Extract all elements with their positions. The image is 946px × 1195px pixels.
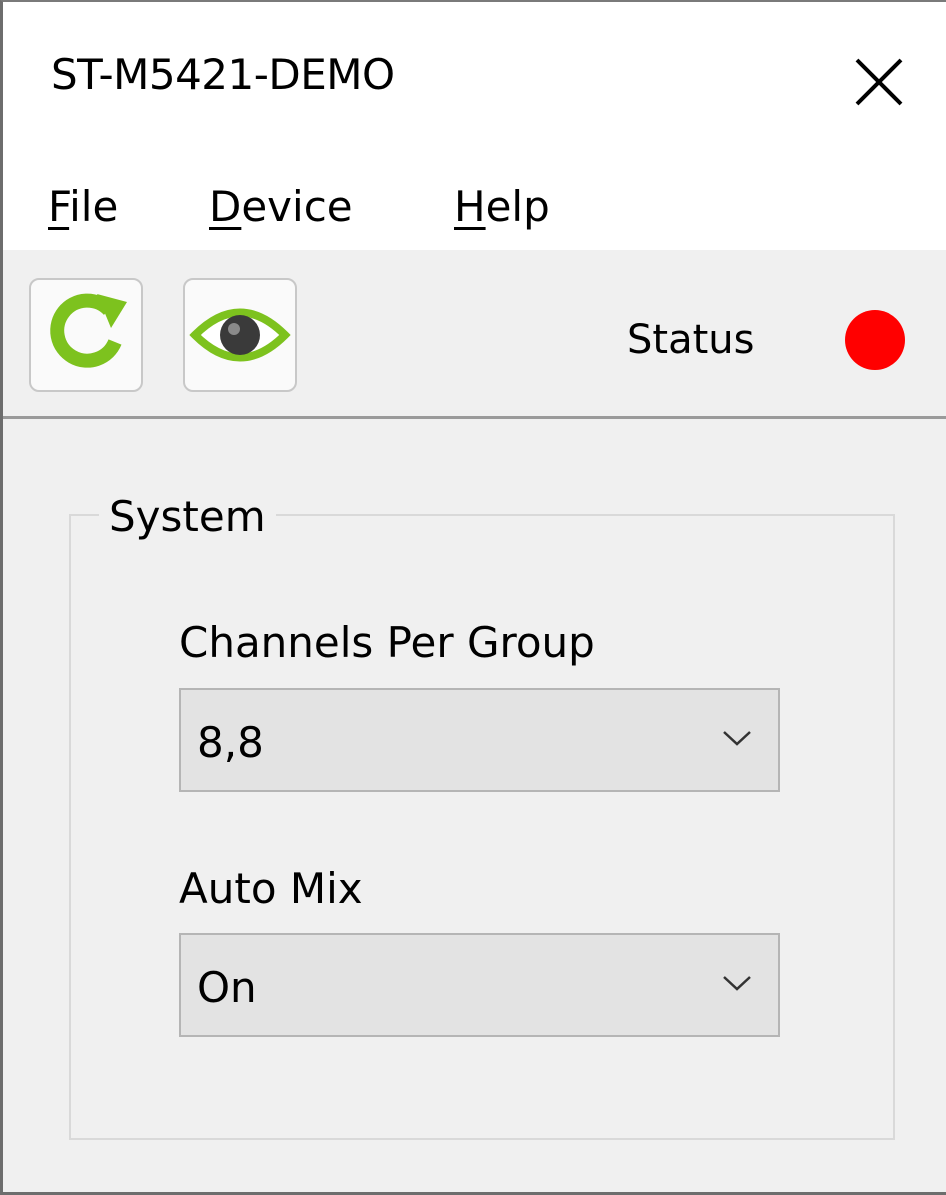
menu-help-label: elp — [485, 182, 550, 231]
menu-device-label: evice — [241, 182, 353, 231]
close-button[interactable] — [835, 38, 923, 126]
menu-device[interactable]: Device — [209, 186, 353, 228]
close-icon — [855, 58, 903, 106]
status-label: Status — [627, 317, 755, 363]
chevron-down-icon — [723, 731, 751, 746]
refresh-icon — [50, 293, 127, 368]
menu-bar: File Device Help — [3, 154, 946, 250]
auto-mix-select[interactable]: On — [179, 933, 780, 1037]
system-group-title: System — [99, 496, 276, 538]
system-group — [69, 514, 895, 1140]
auto-mix-label: Auto Mix — [179, 864, 363, 913]
channels-per-group-select[interactable]: 8,8 — [179, 688, 780, 792]
menu-file[interactable]: File — [48, 186, 118, 228]
chevron-down-icon — [723, 976, 751, 991]
eye-icon — [189, 308, 291, 362]
app-window: ST-M5421-DEMO File Device Help Status Sy… — [0, 0, 946, 1195]
menu-device-accel: D — [209, 182, 242, 231]
status-indicator — [845, 310, 905, 370]
menu-file-accel: F — [48, 182, 70, 231]
toolbar — [3, 250, 946, 419]
auto-mix-value: On — [197, 963, 257, 1012]
menu-help-accel: H — [454, 182, 486, 231]
menu-file-label: ile — [69, 182, 119, 231]
channels-per-group-label: Channels Per Group — [179, 618, 595, 667]
menu-help[interactable]: Help — [454, 186, 550, 228]
channels-per-group-value: 8,8 — [197, 718, 264, 767]
title-bar: ST-M5421-DEMO — [3, 2, 946, 154]
refresh-button[interactable] — [29, 278, 143, 392]
window-title: ST-M5421-DEMO — [51, 50, 395, 99]
view-button[interactable] — [183, 278, 297, 392]
